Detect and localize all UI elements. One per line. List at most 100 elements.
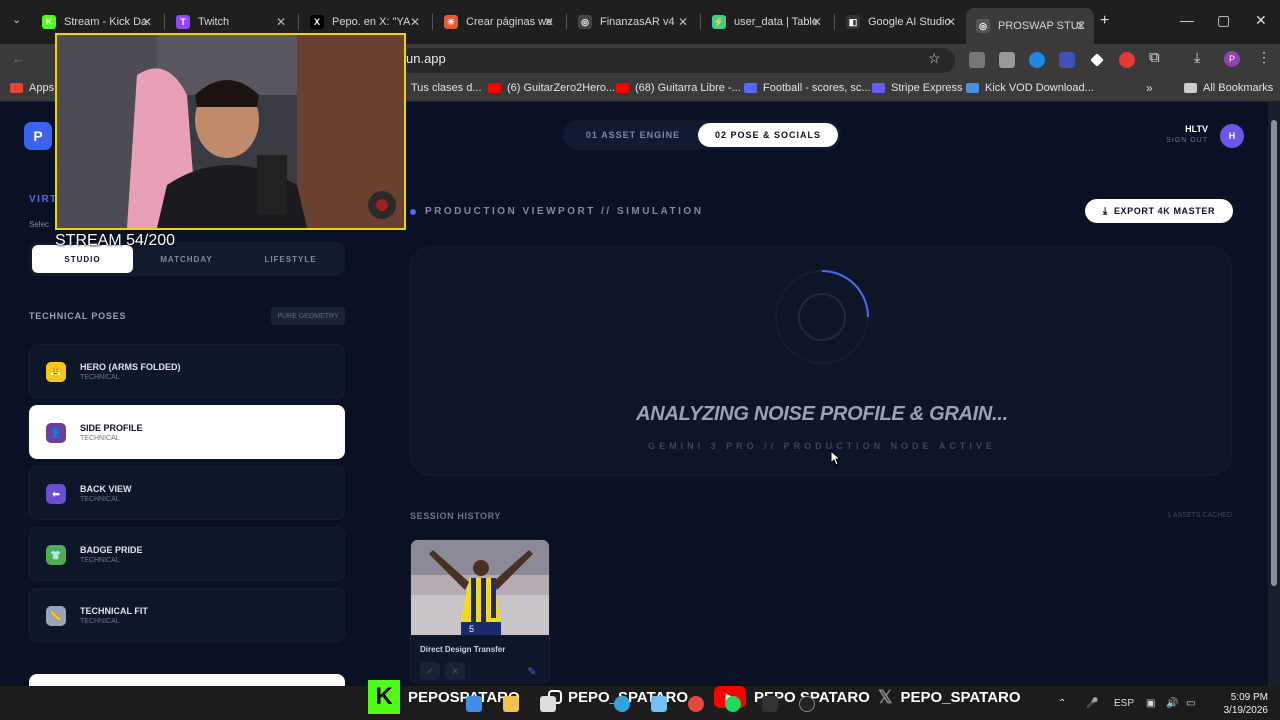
tab-separator (566, 14, 567, 30)
approve-check-icon[interactable]: ✓ (420, 662, 440, 680)
qr-code-icon[interactable] (999, 52, 1015, 68)
avatar[interactable]: H (1220, 124, 1244, 148)
download-icon[interactable]: ⤓ (1194, 49, 1200, 66)
tab-title: Twitch (198, 16, 230, 28)
url-text[interactable]: un.app (406, 51, 446, 66)
tab-search-chevron-icon[interactable]: ⌄ (12, 13, 21, 26)
clock[interactable]: 5:09 PM 3/19/2026 (1200, 691, 1269, 717)
extension-icon[interactable] (969, 52, 985, 68)
bookmark-item[interactable]: (68) Guitarra Libre -... (616, 82, 741, 94)
obs-icon[interactable] (799, 696, 815, 712)
browser-tab[interactable]: ⚡ user_data | Table ✕ (702, 10, 830, 34)
processing-status: ANALYZING NOISE PROFILE & GRAIN... (636, 403, 1008, 425)
pose-item[interactable]: 😤 HERO (ARMS FOLDED) TECHNICAL (29, 344, 345, 398)
tab-close-icon[interactable]: ✕ (1076, 19, 1086, 33)
microphone-icon[interactable]: 🎤 (1086, 698, 1098, 709)
tab-title: user_data | Table (734, 16, 818, 28)
meter-app-icon[interactable] (762, 696, 778, 712)
viewport-title: PRODUCTION VIEWPORT // SIMULATION (410, 206, 703, 217)
tab-title: Pepo. en X: "YA (332, 16, 411, 28)
new-tab-icon[interactable]: + (1100, 12, 1109, 30)
app-icon[interactable] (651, 696, 667, 712)
shazam-icon[interactable] (1029, 52, 1045, 68)
volume-icon[interactable]: 🔊 (1166, 698, 1178, 709)
calculator-icon[interactable] (540, 696, 556, 712)
screen: ⌄ K Stream - Kick Da ✕ T Twitch ✕ X Pepo. en X:… (0, 0, 1280, 720)
bookmark-favicon-icon (616, 83, 629, 93)
tab-favicon-icon: ⚡ (712, 15, 726, 29)
profile-avatar-icon[interactable]: P (1224, 51, 1240, 67)
tab-close-icon[interactable]: ✕ (946, 15, 956, 29)
reject-x-icon[interactable]: ✕ (445, 662, 465, 680)
tray-chevron-icon[interactable]: ⌃ (1058, 698, 1066, 709)
loading-spinner-icon (775, 270, 869, 364)
segment-lifestyle[interactable]: LIFESTYLE (240, 245, 341, 273)
puzzle-icon[interactable]: ⧉ (1149, 49, 1160, 66)
menu-kebab-icon[interactable]: ⋮ (1257, 49, 1271, 66)
tab-close-icon[interactable]: ✕ (812, 15, 822, 29)
diamond-extension-icon[interactable] (1090, 53, 1104, 67)
language-indicator[interactable]: ESP (1114, 698, 1134, 709)
export-4k-button[interactable]: ⤓ EXPORT 4K MASTER (1085, 199, 1233, 223)
bookmark-item[interactable]: Stripe Express (872, 82, 963, 94)
tab-pose-socials[interactable]: 02 POSE & SOCIALS (698, 123, 838, 147)
network-icon[interactable]: ▣ (1146, 698, 1155, 709)
history-card[interactable]: 5 Direct Design Transfer ✓ ✕ ✎ (410, 539, 550, 684)
pose-item[interactable]: 📏 TECHNICAL FIT TECHNICAL (29, 588, 345, 642)
silhouette-icon: 👤 (46, 423, 66, 443)
tab-close-icon[interactable]: ✕ (410, 15, 420, 29)
history-thumbnail[interactable]: 5 (411, 540, 550, 635)
tab-close-icon[interactable]: ✕ (544, 15, 554, 29)
battery-icon[interactable]: ▭ (1186, 698, 1195, 709)
whatsapp-icon[interactable] (725, 696, 741, 712)
bookmark-label: (68) Guitarra Libre -... (635, 82, 741, 94)
omnibox[interactable] (400, 48, 955, 73)
page-scrollbar[interactable] (1268, 102, 1280, 686)
chrome-icon[interactable] (688, 696, 704, 712)
bookmark-item[interactable]: Kick VOD Download... (966, 82, 1094, 94)
tab-separator (164, 14, 165, 30)
browser-tab[interactable]: T Twitch ✕ (166, 10, 294, 34)
tv-extension-icon[interactable] (1059, 52, 1075, 68)
back-icon[interactable]: ← (12, 51, 25, 66)
windows-start-icon[interactable] (466, 696, 482, 712)
tab-close-icon[interactable]: ✕ (142, 15, 152, 29)
tab-favicon-icon: ✳ (444, 15, 458, 29)
scrollbar-thumb[interactable] (1271, 120, 1277, 586)
bookmark-item[interactable]: (6) GuitarZero2Hero... (488, 82, 615, 94)
tab-favicon-icon: ◎ (976, 19, 990, 33)
jersey-number: 5 (469, 624, 474, 634)
pose-item[interactable]: 👤 SIDE PROFILE TECHNICAL (29, 405, 345, 459)
pose-item-partial[interactable] (29, 674, 345, 686)
bookmark-star-icon[interactable]: ☆ (928, 50, 941, 67)
app-logo[interactable]: P (24, 122, 52, 150)
bookmark-item[interactable]: All Bookmarks (1184, 82, 1273, 94)
tab-asset-engine[interactable]: 01 ASSET ENGINE (567, 123, 699, 147)
bookmark-item[interactable]: Football - scores, sc... (744, 82, 871, 94)
browser-tab[interactable]: X Pepo. en X: "YA ✕ (300, 10, 428, 34)
bookmark-label: Tus clases d... (411, 82, 482, 94)
browser-tab[interactable]: K Stream - Kick Da ✕ (32, 10, 160, 34)
browser-tab[interactable]: ◧ Google AI Studio ✕ (836, 10, 964, 34)
bookmark-label: Kick VOD Download... (985, 82, 1094, 94)
pose-item[interactable]: 👕 BADGE PRIDE TECHNICAL (29, 527, 345, 581)
bookmark-favicon-icon (10, 83, 23, 93)
user-name: HLTV (1185, 124, 1208, 134)
bookmark-item[interactable]: Apps (10, 82, 54, 94)
browser-tab[interactable]: ◎ FinanzasAR v4 ✕ (568, 10, 696, 34)
tab-close-icon[interactable]: ✕ (276, 15, 286, 29)
browser-tab[interactable]: ✳ Crear páginas we ✕ (434, 10, 562, 34)
browser-tab[interactable]: ◎ PROSWAP STUDIO✕ (966, 8, 1094, 44)
tab-favicon-icon: ◎ (578, 15, 592, 29)
edit-icon[interactable]: ✎ (522, 662, 542, 680)
pose-item[interactable]: ⬅ BACK VIEW TECHNICAL (29, 466, 345, 520)
file-explorer-icon[interactable] (503, 696, 519, 712)
red-extension-icon[interactable] (1119, 52, 1135, 68)
sign-out-link[interactable]: SIGN OUT (1150, 137, 1208, 144)
bookmarks-overflow-icon[interactable]: » (1146, 81, 1153, 95)
close-window-icon[interactable]: ✕ (1255, 12, 1267, 29)
edge-icon[interactable] (614, 696, 630, 712)
tab-close-icon[interactable]: ✕ (678, 15, 688, 29)
minimize-icon[interactable]: — (1180, 12, 1194, 28)
maximize-icon[interactable]: ▢ (1217, 12, 1230, 29)
